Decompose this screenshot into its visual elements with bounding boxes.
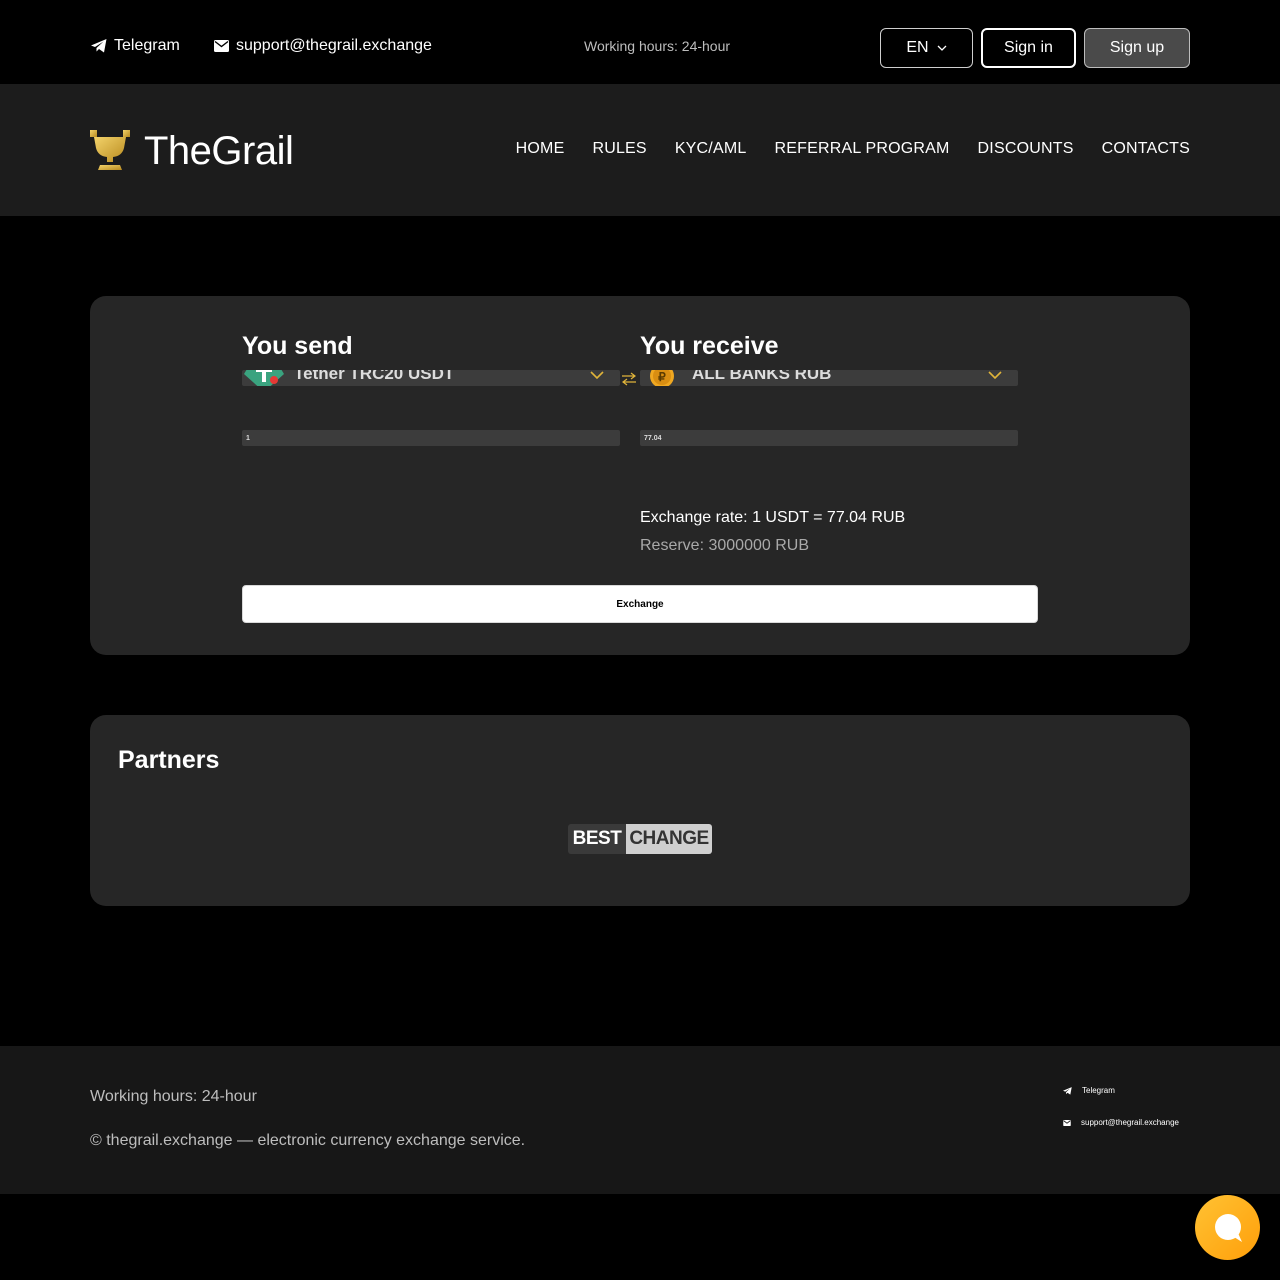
chevron-down-icon [590,371,604,379]
send-amount-input[interactable] [242,430,620,446]
receive-title: You receive [640,332,779,360]
svg-text:₽: ₽ [658,370,666,384]
partners-title: Partners [118,746,220,774]
receive-amount-input[interactable] [640,430,1018,446]
bestchange-logo-change: CHANGE [626,824,712,854]
logo-text: TheGrail [144,129,294,173]
footer-copyright: © thegrail.exchange — electronic currenc… [90,1132,526,1149]
chevron-down-icon [937,45,947,51]
footer-email-link[interactable]: support@thegrail.exchange [1063,1118,1179,1127]
chat-widget-button[interactable] [1195,1195,1260,1260]
grail-cup-icon [90,130,130,170]
send-currency-select[interactable]: Tether TRC20 USDT [242,370,620,386]
receive-currency-label: ALL BANKS RUB [692,370,832,383]
email-link[interactable]: support@thegrail.exchange [214,37,432,55]
nav-discounts[interactable]: DISCOUNTS [978,140,1074,158]
nav-contacts[interactable]: CONTACTS [1102,140,1190,158]
nav-kyc-aml[interactable]: KYC/AML [675,140,747,158]
bestchange-logo[interactable]: BEST CHANGE [568,824,712,854]
telegram-icon [91,39,107,53]
nav-rules[interactable]: RULES [592,140,646,158]
send-title: You send [242,332,353,360]
site-logo[interactable]: TheGrail [90,129,294,173]
email-label: support@thegrail.exchange [236,37,432,54]
nav-home[interactable]: HOME [516,140,565,158]
tether-coin-icon [244,370,284,386]
telegram-label: Telegram [114,37,180,54]
language-selector[interactable]: EN [880,28,973,68]
telegram-link[interactable]: Telegram [91,37,180,55]
exchange-button[interactable]: Exchange [242,585,1038,623]
main-nav: HOME RULES KYC/AML REFERRAL PROGRAM DISC… [516,140,1190,158]
top-bar: Telegram support@thegrail.exchange Worki… [0,0,1280,84]
telegram-icon [1063,1086,1072,1095]
chat-icon [1214,1213,1242,1242]
bestchange-logo-best: BEST [568,824,626,854]
footer-telegram-label: Telegram [1082,1086,1115,1095]
swap-arrows-icon[interactable] [620,372,638,386]
receive-currency-select[interactable]: ₽ ALL BANKS RUB [640,370,1018,386]
nav-referral-program[interactable]: REFERRAL PROGRAM [774,140,949,158]
mail-icon [1063,1119,1071,1126]
ruble-coin-icon: ₽ [650,370,674,386]
footer-working-hours: Working hours: 24-hour [90,1088,257,1105]
working-hours: Working hours: 24-hour [584,38,731,54]
partners-card [90,715,1190,906]
footer-telegram-link[interactable]: Telegram [1063,1086,1115,1095]
main-header: TheGrail HOME RULES KYC/AML REFERRAL PRO… [0,84,1280,216]
exchange-rate: Exchange rate: 1 USDT = 77.04 RUB [640,509,906,526]
reserve-amount: Reserve: 3000000 RUB [640,537,809,554]
sign-in-button[interactable]: Sign in [981,28,1076,68]
mail-icon [214,40,229,52]
footer-email-label: support@thegrail.exchange [1081,1118,1179,1127]
language-label: EN [906,39,929,56]
chevron-down-icon [988,371,1002,379]
sign-up-button[interactable]: Sign up [1084,28,1190,68]
send-currency-label: Tether TRC20 USDT [294,370,455,383]
